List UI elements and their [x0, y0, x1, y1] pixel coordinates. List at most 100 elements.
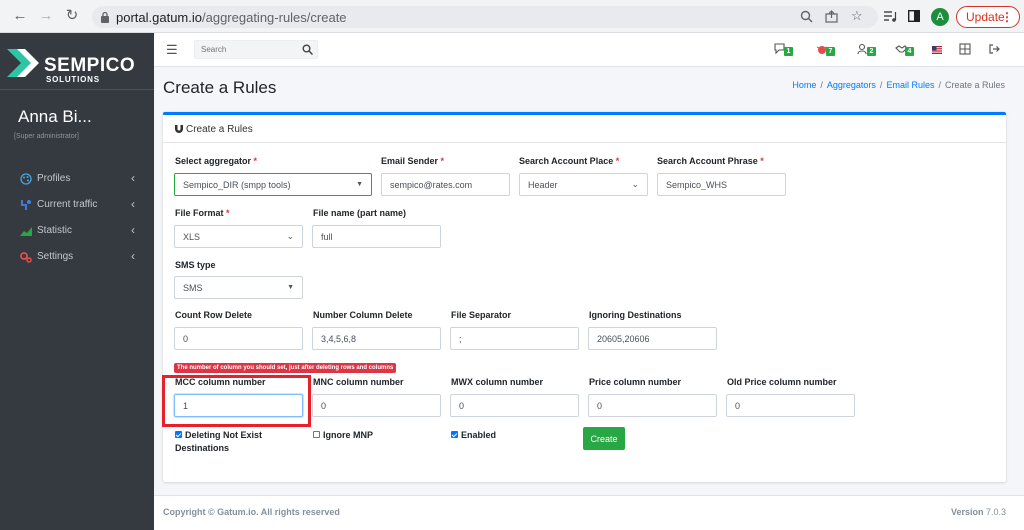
grid-icon[interactable]: [959, 43, 971, 55]
sms-type-label: SMS type: [175, 260, 216, 270]
old-price-label: Old Price column number: [727, 377, 837, 387]
search-place-value: Header: [528, 180, 558, 190]
aggregator-label: Select aggregator *: [175, 156, 258, 166]
reload-icon[interactable]: ↻: [64, 8, 80, 24]
email-sender-input[interactable]: [381, 173, 510, 196]
logo-subtitle: SOLUTIONS: [46, 75, 100, 84]
sidebar-item-profiles[interactable]: Profiles ‹: [0, 168, 154, 190]
ignore-mnp-checkbox[interactable]: [313, 431, 320, 438]
star-icon[interactable]: ☆: [851, 9, 863, 23]
sms-type-value: SMS: [183, 283, 203, 293]
search-place-select[interactable]: Header ⌄: [519, 173, 648, 196]
ignoring-destinations-label: Ignoring Destinations: [589, 310, 682, 320]
old-price-input[interactable]: [726, 394, 855, 417]
chevron-down-icon: ⌄: [631, 179, 639, 189]
footer-version: Version 7.0.3: [950, 507, 1006, 517]
mwx-label: MWX column number: [451, 377, 543, 387]
search-icon[interactable]: [302, 44, 313, 55]
breadcrumb-current: Create a Rules: [944, 80, 1005, 90]
chevron-left-icon: ‹: [131, 171, 135, 185]
update-button[interactable]: Update ⋮: [956, 6, 1020, 28]
mcc-label: MCC column number: [175, 377, 266, 387]
chevron-left-icon: ‹: [131, 249, 135, 263]
profile-avatar[interactable]: A: [931, 8, 949, 26]
footer-copyright: Copyright © Gatum.io. All rights reserve…: [163, 507, 340, 517]
sempico-logo-icon: [7, 49, 39, 77]
chevron-left-icon: ‹: [131, 197, 135, 211]
sidebar-item-statistic[interactable]: Statistic ‹: [0, 220, 154, 242]
back-arrow-icon[interactable]: ←: [12, 8, 28, 24]
address-bar[interactable]: portal.gatum.io/aggregating-rules/create: [92, 6, 878, 28]
badge-count: 1: [784, 47, 793, 56]
enabled-label: Enabled: [461, 430, 497, 440]
sidebar: SEMPICO SOLUTIONS Anna Bi... [Super admi…: [0, 33, 154, 530]
badge-count: 2: [867, 47, 876, 56]
file-separator-input[interactable]: [450, 327, 579, 350]
chevron-left-icon: ‹: [131, 223, 135, 237]
price-label: Price column number: [589, 377, 682, 387]
breadcrumb: Home / Aggregators / Email Rules / Create a Ru…: [792, 80, 1005, 90]
more-vert-icon: ⋮: [1001, 10, 1013, 24]
file-name-input[interactable]: [312, 225, 441, 248]
sidebar-item-settings[interactable]: Settings ‹: [0, 246, 154, 268]
search-phrase-input[interactable]: [657, 173, 786, 196]
deleting-not-exist-label: Deleting Not Exist Destinations: [175, 430, 263, 453]
us-flag-icon[interactable]: [932, 46, 942, 54]
count-row-delete-label: Count Row Delete: [175, 310, 253, 320]
search-place-label: Search Account Place *: [519, 156, 620, 166]
number-column-delete-label: Number Column Delete: [313, 310, 413, 320]
mnc-label: MNC column number: [313, 377, 404, 387]
create-button[interactable]: Create: [583, 427, 625, 450]
card-title: Create a Rules: [186, 124, 253, 135]
share-icon[interactable]: [825, 10, 838, 23]
badge-count: 4: [905, 47, 914, 56]
aggregator-select[interactable]: Sempico_DIR (smpp tools) ▼: [174, 173, 372, 196]
sms-type-select[interactable]: SMS ▼: [174, 276, 303, 299]
aggregator-value: Sempico_DIR (smpp tools): [183, 180, 291, 190]
traffic-icon: [21, 200, 31, 210]
mwx-input[interactable]: [450, 394, 579, 417]
badge-count: 7: [826, 47, 835, 56]
user-role: [Super administrator]: [14, 133, 79, 140]
search-input[interactable]: [194, 40, 318, 59]
sidebar-item-label: Profiles: [37, 173, 71, 184]
number-column-delete-input[interactable]: [312, 327, 441, 350]
footer: Copyright © Gatum.io. All rights reserve…: [154, 495, 1024, 530]
side-panel-icon[interactable]: [908, 10, 920, 22]
count-row-delete-input[interactable]: [174, 327, 303, 350]
page-title: Create a Rules: [163, 78, 277, 97]
enabled-checkbox[interactable]: [451, 431, 458, 438]
url-text: portal.gatum.io/aggregating-rules/create: [116, 10, 347, 25]
breadcrumb-home[interactable]: Home: [792, 80, 816, 90]
brand-logo[interactable]: SEMPICO SOLUTIONS: [0, 33, 154, 90]
mcc-input[interactable]: [174, 394, 303, 417]
chevron-down-icon: ▼: [356, 181, 363, 188]
file-format-value: XLS: [183, 232, 201, 242]
sidebar-item-label: Current traffic: [37, 199, 98, 210]
breadcrumb-email-rules[interactable]: Email Rules: [886, 80, 934, 90]
sidebar-item-label: Statistic: [37, 225, 73, 236]
breadcrumb-aggregators[interactable]: Aggregators: [827, 80, 876, 90]
forward-arrow-icon[interactable]: →: [38, 8, 54, 24]
top-navbar: ☰ 1 7 2 4: [154, 33, 1024, 67]
ignoring-destinations-input[interactable]: [588, 327, 717, 350]
sidebar-item-current-traffic[interactable]: Current traffic ‹: [0, 194, 154, 216]
logo-word: SEMPICO: [44, 55, 136, 76]
file-format-select[interactable]: XLS ⌄: [174, 225, 303, 248]
file-name-label: File name (part name): [313, 208, 407, 218]
browser-toolbar: ← → ↻ portal.gatum.io/aggregating-rules/…: [0, 0, 1024, 33]
email-sender-label: Email Sender *: [381, 156, 445, 166]
ignore-mnp-label: Ignore MNP: [323, 430, 374, 440]
zoom-icon[interactable]: [800, 10, 813, 23]
file-separator-label: File Separator: [451, 310, 512, 320]
user-name[interactable]: Anna Bi...: [18, 107, 92, 127]
menu-toggle-icon[interactable]: ☰: [166, 43, 178, 56]
search-phrase-label: Search Account Phrase *: [657, 156, 764, 166]
logout-icon[interactable]: [988, 43, 1000, 55]
mnc-input[interactable]: [312, 394, 441, 417]
media-queue-icon[interactable]: [884, 11, 897, 22]
chevron-down-icon: ▼: [287, 284, 294, 291]
price-input[interactable]: [588, 394, 717, 417]
column-hint-tooltip: The number of column you should set, jus…: [174, 363, 397, 373]
magnet-icon: [175, 125, 183, 133]
